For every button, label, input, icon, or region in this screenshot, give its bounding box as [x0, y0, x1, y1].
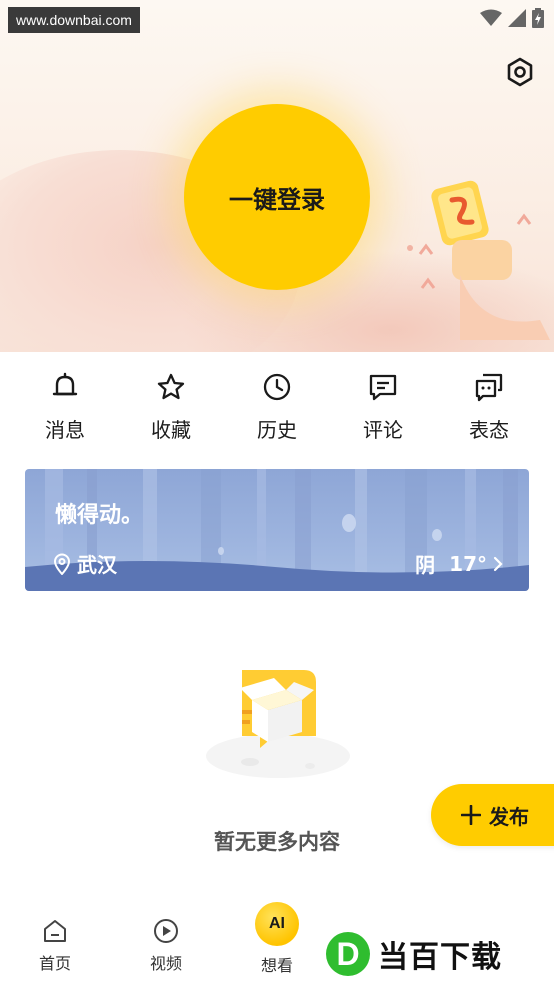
nav-home[interactable]: 首页 — [20, 918, 90, 974]
ai-icon: AI — [255, 902, 299, 946]
weather-location: 武汉 — [53, 549, 117, 578]
empty-box-illustration — [206, 670, 350, 778]
plus-icon — [461, 805, 481, 825]
nav-want-to-watch[interactable]: AI 想看 — [242, 902, 312, 976]
weather-condition: 阴 17° — [415, 549, 503, 578]
settings-icon — [507, 57, 533, 87]
site-watermark: www.downbai.com — [8, 7, 140, 33]
profile-header: www.downbai.com 一键登录 — [0, 0, 554, 352]
signal-icon — [508, 9, 526, 27]
battery-icon — [532, 8, 544, 28]
reaction-icon — [472, 370, 506, 404]
weather-condition-text: 阴 — [415, 553, 436, 577]
publish-label: 发布 — [489, 804, 529, 829]
quick-label-messages: 消息 — [45, 418, 85, 442]
location-pin-icon — [53, 553, 71, 575]
nav-want-to-watch-label: 想看 — [260, 956, 293, 975]
quick-item-messages[interactable]: 消息 — [12, 370, 118, 450]
publish-button[interactable]: 发布 — [431, 784, 554, 846]
settings-button[interactable] — [504, 56, 536, 88]
status-bar-icons — [480, 8, 544, 28]
quick-label-history: 历史 — [257, 418, 297, 442]
quick-item-comments[interactable]: 评论 — [330, 370, 436, 450]
chevron-right-icon — [493, 556, 503, 571]
weather-slogan: 懒得动。 — [55, 503, 144, 528]
weather-banner[interactable]: 懒得动。 武汉 阴 17° — [25, 469, 529, 591]
brand-watermark: D 当百下载 — [326, 928, 554, 980]
one-click-login-button[interactable]: 一键登录 — [184, 104, 370, 290]
quick-item-favorites[interactable]: 收藏 — [118, 370, 224, 450]
quick-item-history[interactable]: 历史 — [224, 370, 330, 450]
hand-phone-illustration — [407, 180, 550, 340]
nav-video[interactable]: 视频 — [131, 918, 201, 974]
brand-logo: D — [326, 932, 370, 976]
quick-label-favorites: 收藏 — [151, 418, 191, 442]
bell-icon — [48, 370, 82, 404]
nav-home-label: 首页 — [38, 954, 71, 973]
quick-label-reactions: 表态 — [469, 418, 509, 442]
star-icon — [154, 370, 188, 404]
clock-icon — [260, 370, 294, 404]
nav-video-label: 视频 — [149, 954, 182, 973]
quick-item-reactions[interactable]: 表态 — [436, 370, 542, 450]
home-icon — [44, 920, 66, 942]
brand-text: 当百下载 — [378, 940, 502, 975]
weather-temperature: 17° — [449, 551, 487, 576]
quick-label-comments: 评论 — [363, 418, 403, 442]
play-icon — [154, 919, 178, 943]
comment-icon — [366, 370, 400, 404]
location-name: 武汉 — [77, 553, 117, 577]
quick-actions: 消息 收藏 历史 评论 表态 — [0, 370, 554, 450]
wifi-icon — [480, 9, 502, 26]
